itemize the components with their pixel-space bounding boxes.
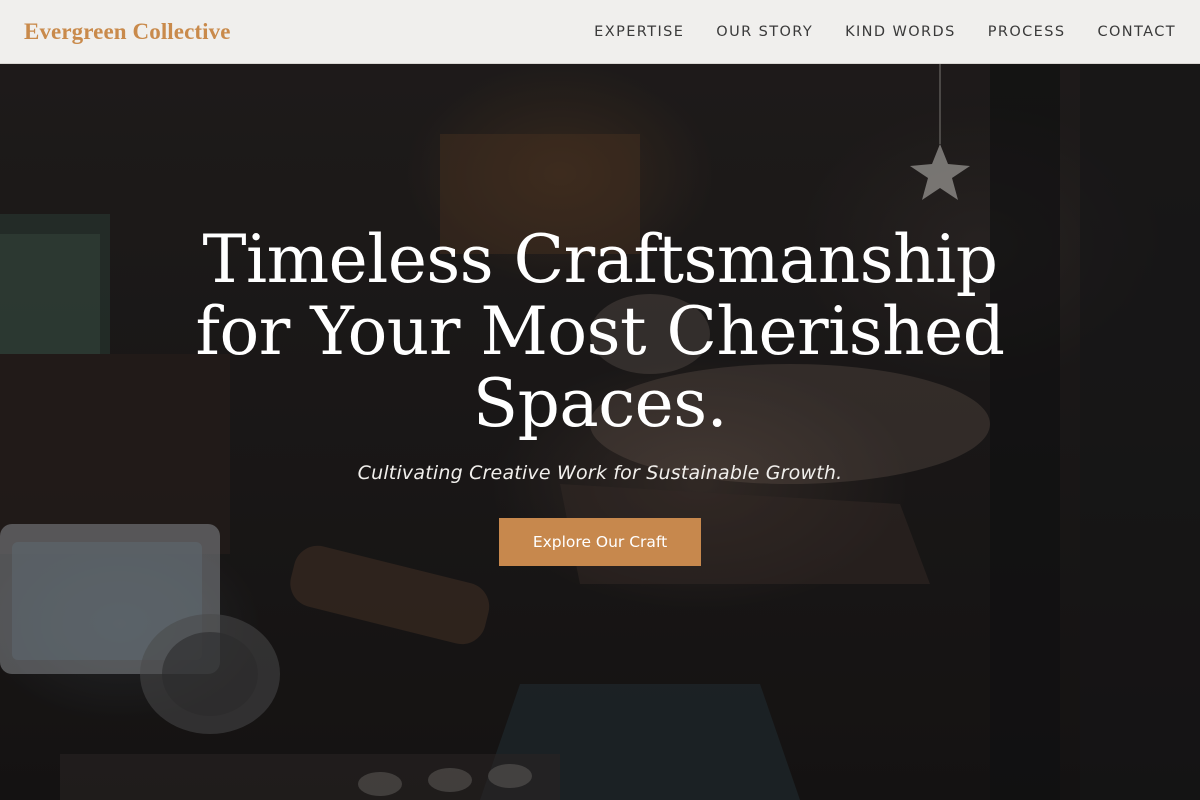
main-nav: EXPERTISE OUR STORY KIND WORDS PROCESS C… — [594, 24, 1176, 40]
page: Evergreen Collective EXPERTISE OUR STORY… — [0, 0, 1200, 800]
hero-section: Timeless Craftsmanship for Your Most Che… — [0, 64, 1200, 800]
explore-craft-button[interactable]: Explore Our Craft — [499, 518, 701, 566]
nav-link-kind-words[interactable]: KIND WORDS — [845, 24, 956, 40]
hero-subtitle: Cultivating Creative Work for Sustainabl… — [357, 462, 843, 484]
nav-link-process[interactable]: PROCESS — [988, 24, 1066, 40]
brand-logo[interactable]: Evergreen Collective — [24, 19, 231, 45]
hero-content: Timeless Craftsmanship for Your Most Che… — [0, 224, 1200, 566]
nav-link-our-story[interactable]: OUR STORY — [716, 24, 813, 40]
nav-link-contact[interactable]: CONTACT — [1097, 24, 1176, 40]
nav-link-expertise[interactable]: EXPERTISE — [594, 24, 684, 40]
hero-title: Timeless Craftsmanship for Your Most Che… — [195, 221, 1005, 442]
site-header: Evergreen Collective EXPERTISE OUR STORY… — [0, 0, 1200, 64]
